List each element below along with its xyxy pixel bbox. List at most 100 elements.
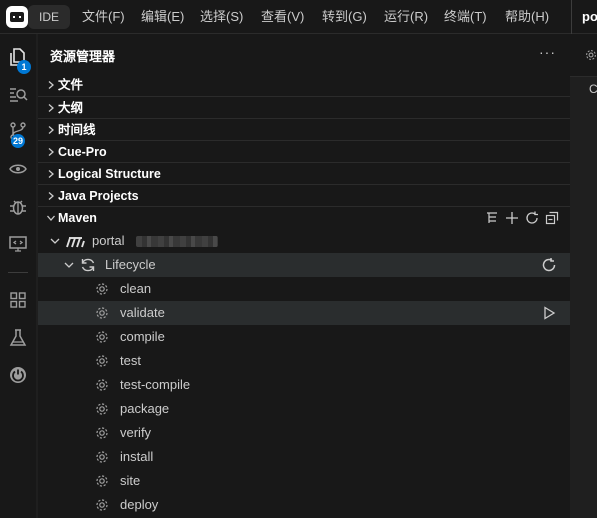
- menu-edit[interactable]: 编辑(E): [141, 0, 184, 34]
- extensions-icon: [8, 290, 28, 310]
- lifecycle-label: Lifecycle: [105, 257, 156, 272]
- collapse-tree-icon[interactable]: [484, 210, 500, 226]
- phase-test-compile[interactable]: test-compile: [38, 373, 570, 397]
- activity-remote-explorer[interactable]: [0, 227, 36, 261]
- lifecycle-icon: [80, 257, 96, 273]
- source-control-badge: 29: [11, 134, 26, 148]
- activity-spring-boot[interactable]: [0, 358, 36, 392]
- chevron-down-icon: [49, 233, 61, 249]
- activity-source-control[interactable]: 29: [0, 114, 36, 148]
- phase-label: clean: [120, 281, 152, 296]
- section-java-projects[interactable]: Java Projects: [38, 184, 570, 206]
- phase-verify[interactable]: verify: [38, 421, 570, 445]
- maven-actions: [484, 210, 560, 226]
- more-actions-icon[interactable]: ···: [539, 44, 556, 60]
- phase-label: package: [120, 401, 170, 416]
- gear-icon: [94, 401, 110, 417]
- phase-label: verify: [120, 425, 152, 440]
- chevron-down-icon: [63, 257, 75, 273]
- phase-label: validate: [120, 305, 165, 320]
- gear-icon: [94, 305, 110, 321]
- section-timeline[interactable]: 时间线: [38, 118, 570, 140]
- menu-help[interactable]: 帮助(H): [505, 0, 549, 34]
- menu-run[interactable]: 运行(R): [384, 0, 428, 34]
- activity-bar: 1 29: [0, 34, 36, 518]
- editor-tab-bar: [570, 34, 597, 77]
- phase-label: deploy: [120, 497, 159, 512]
- phase-label: site: [120, 473, 141, 488]
- activity-search[interactable]: [0, 77, 36, 111]
- collapse-all-icon[interactable]: [544, 210, 560, 226]
- gear-icon: [94, 473, 110, 489]
- editor-content: C: [589, 82, 597, 96]
- gear-icon: [94, 377, 110, 393]
- gear-icon: [94, 449, 110, 465]
- section-cue-pro[interactable]: Cue-Pro: [38, 140, 570, 162]
- phase-clean[interactable]: clean: [38, 277, 570, 301]
- phase-label: test: [120, 353, 141, 368]
- ide-badge[interactable]: IDE: [28, 5, 71, 29]
- explorer-sidebar: 资源管理器 ··· 文件 大纲 时间线 Cue-Pro Logical Stru…: [38, 34, 570, 518]
- menu-file[interactable]: 文件(F): [82, 0, 125, 34]
- lifecycle-row[interactable]: Lifecycle: [38, 253, 570, 277]
- section-label: 文件: [58, 78, 84, 92]
- maven-project-name: portal: [92, 233, 125, 248]
- gear-icon: [94, 281, 110, 297]
- gear-icon: [94, 497, 110, 513]
- section-logical-structure[interactable]: Logical Structure: [38, 162, 570, 184]
- activity-testing[interactable]: [0, 321, 36, 355]
- maven-project-row[interactable]: portal: [38, 229, 570, 253]
- run-icon[interactable]: [541, 305, 557, 321]
- phase-package[interactable]: package: [38, 397, 570, 421]
- section-maven[interactable]: Maven: [38, 206, 570, 228]
- menu-view[interactable]: 查看(V): [261, 0, 304, 34]
- phase-install[interactable]: install: [38, 445, 570, 469]
- gear-icon: [94, 425, 110, 441]
- spring-boot-icon: [8, 365, 28, 385]
- menu-bar: IDE 文件(F) 编辑(E) 选择(S) 查看(V) 转到(G) 运行(R) …: [0, 0, 597, 34]
- section-outline[interactable]: 大纲: [38, 96, 570, 118]
- chevron-right-icon: [45, 119, 57, 141]
- gear-icon[interactable]: [584, 48, 597, 62]
- phase-test[interactable]: test: [38, 349, 570, 373]
- refresh-icon[interactable]: [541, 257, 557, 273]
- editor-area: C: [570, 34, 597, 518]
- add-icon[interactable]: [504, 210, 520, 226]
- testing-icon: [8, 328, 28, 348]
- menu-goto[interactable]: 转到(G): [322, 0, 367, 34]
- sidebar-title: 资源管理器: [50, 49, 116, 64]
- activity-eye[interactable]: [0, 152, 36, 186]
- chevron-right-icon: [45, 185, 57, 207]
- section-label: Cue-Pro: [58, 145, 107, 159]
- redacted-text: [136, 236, 218, 247]
- window-title: po: [571, 0, 597, 34]
- activity-extensions[interactable]: [0, 283, 36, 317]
- gear-icon: [94, 353, 110, 369]
- section-label: Logical Structure: [58, 167, 161, 181]
- phase-site[interactable]: site: [38, 469, 570, 493]
- app-logo-icon[interactable]: [6, 6, 28, 28]
- phase-label: test-compile: [120, 377, 191, 392]
- chevron-down-icon: [45, 207, 57, 229]
- refresh-icon[interactable]: [524, 210, 540, 226]
- phase-compile[interactable]: compile: [38, 325, 570, 349]
- explorer-badge: 1: [17, 60, 31, 74]
- menu-terminal[interactable]: 终端(T): [444, 0, 487, 34]
- phase-label: install: [120, 449, 154, 464]
- chevron-right-icon: [45, 163, 57, 185]
- gear-icon: [94, 329, 110, 345]
- phase-label: compile: [120, 329, 165, 344]
- eye-icon: [8, 159, 28, 179]
- phase-deploy[interactable]: deploy: [38, 493, 570, 517]
- debug-icon: [8, 197, 28, 217]
- menu-selection[interactable]: 选择(S): [200, 0, 243, 34]
- section-label: 大纲: [58, 101, 84, 115]
- phase-validate[interactable]: validate: [38, 301, 570, 325]
- activity-separator: [8, 272, 28, 273]
- section-label: Maven: [58, 211, 97, 225]
- section-files[interactable]: 文件: [38, 74, 570, 96]
- activity-explorer[interactable]: 1: [0, 40, 36, 74]
- chevron-right-icon: [45, 97, 57, 119]
- search-icon: [8, 84, 28, 104]
- activity-debug[interactable]: [0, 190, 36, 224]
